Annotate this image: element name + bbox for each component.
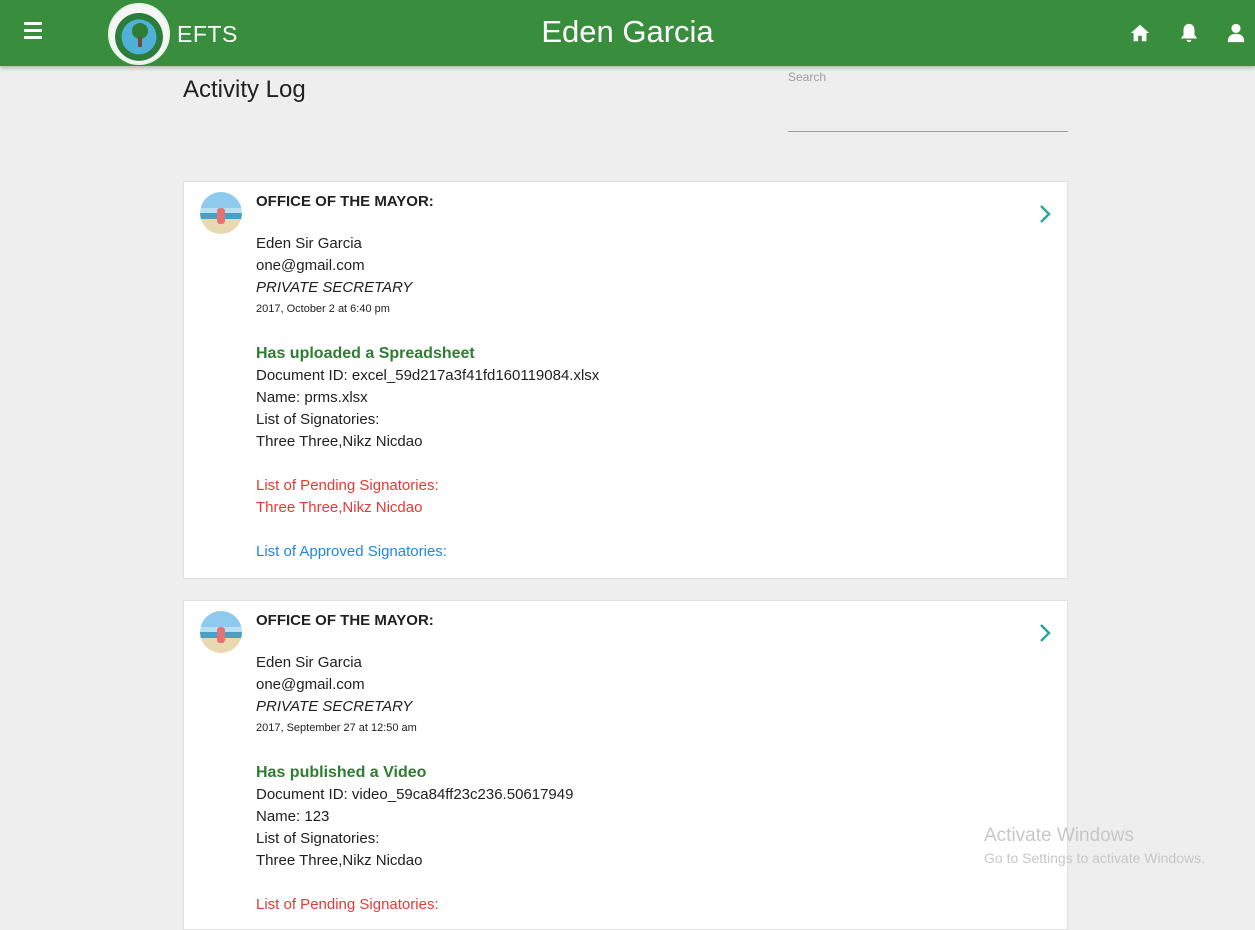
document-id: Document ID: excel_59d217a3f41fd16011908… [256, 367, 600, 384]
chevron-right-icon[interactable] [1037, 204, 1053, 224]
home-icon[interactable] [1129, 22, 1151, 44]
activity-action: Has published a Video [256, 764, 427, 781]
activity-card: OFFICE OF THE MAYOR: Eden Sir Garcia one… [183, 181, 1068, 579]
user-icon[interactable] [1225, 22, 1247, 44]
user-role: PRIVATE SECRETARY [256, 279, 413, 296]
user-email: one@gmail.com [256, 676, 365, 693]
search-input[interactable] [788, 92, 1068, 132]
signatories-list: Three Three,Nikz Nicdao [256, 852, 423, 869]
document-name: Name: prms.xlsx [256, 389, 368, 406]
pending-signatories-label: List of Pending Signatories: [256, 477, 439, 494]
user-role: PRIVATE SECRETARY [256, 698, 413, 715]
activation-watermark-subtitle: Go to Settings to activate Windows. [984, 850, 1205, 866]
activity-date: 2017, September 27 at 12:50 am [256, 722, 417, 734]
header-user-name: Eden Garcia [541, 14, 714, 49]
page-title: Activity Log [183, 76, 306, 103]
activity-card: OFFICE OF THE MAYOR: Eden Sir Garcia one… [183, 600, 1068, 930]
pending-signatories-label: List of Pending Signatories: [256, 896, 439, 913]
bell-icon[interactable] [1178, 22, 1200, 44]
office-name: OFFICE OF THE MAYOR: [256, 612, 434, 629]
office-name: OFFICE OF THE MAYOR: [256, 193, 434, 210]
user-full-name: Eden Sir Garcia [256, 654, 362, 671]
signatories-label: List of Signatories: [256, 411, 380, 428]
document-name: Name: 123 [256, 808, 330, 825]
user-full-name: Eden Sir Garcia [256, 235, 362, 252]
user-email: one@gmail.com [256, 257, 365, 274]
search-label: Search [788, 70, 827, 84]
approved-signatories-label: List of Approved Signatories: [256, 543, 447, 560]
activation-watermark-title: Activate Windows [984, 825, 1134, 846]
signatories-label: List of Signatories: [256, 830, 380, 847]
document-id: Document ID: video_59ca84ff23c236.506179… [256, 786, 574, 803]
activity-date: 2017, October 2 at 6:40 pm [256, 303, 390, 315]
avatar [200, 192, 242, 234]
activity-content: OFFICE OF THE MAYOR: Eden Sir Garcia one… [256, 193, 599, 563]
pending-signatories-list: Three Three,Nikz Nicdao [256, 499, 423, 516]
top-app-bar: EFTS Eden Garcia [0, 0, 1255, 66]
activity-content: OFFICE OF THE MAYOR: Eden Sir Garcia one… [256, 612, 573, 916]
signatories-list: Three Three,Nikz Nicdao [256, 433, 423, 450]
chevron-right-icon[interactable] [1037, 623, 1053, 643]
activity-action: Has uploaded a Spreadsheet [256, 345, 475, 362]
avatar [200, 611, 242, 653]
